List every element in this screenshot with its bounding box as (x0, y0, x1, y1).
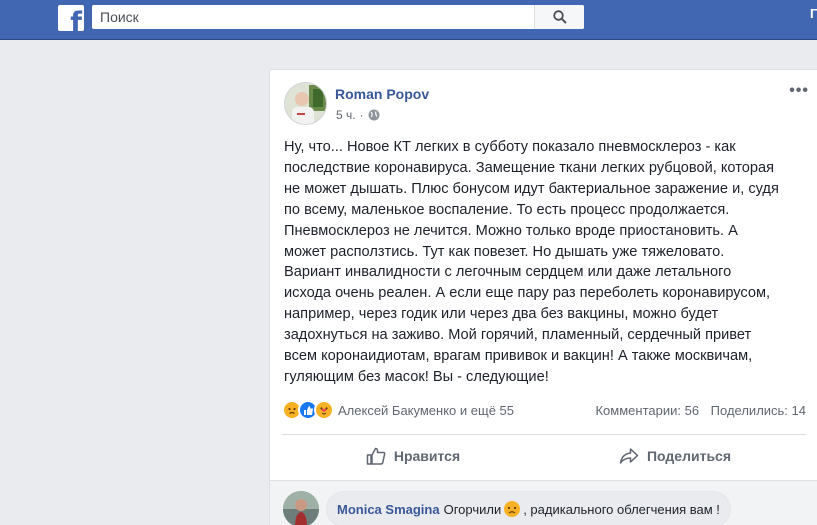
commenter-avatar[interactable] (283, 491, 319, 525)
post-counts: Комментарии: 56 Поделились: 14 (587, 403, 806, 418)
thumbs-up-icon (366, 447, 386, 465)
share-arrow-icon (619, 448, 639, 464)
post-actions: Нравится Поделиться (282, 436, 806, 476)
search-icon (552, 10, 567, 24)
care-reaction-icon (314, 400, 334, 420)
comments-section: Monica Smagina Огорчили , радикального о… (270, 480, 817, 525)
post-card: Roman Popov 5 ч. · ••• Ну, что... Новое … (269, 69, 817, 525)
reactions-summary[interactable]: Алексей Бакуменко и ещё 55 (338, 403, 587, 418)
search-input[interactable] (92, 5, 532, 29)
post-author-name[interactable]: Roman Popov (335, 86, 429, 102)
profile-link[interactable]: Г (810, 6, 817, 21)
reactions-bar: Алексей Бакуменко и ещё 55 Комментарии: … (282, 399, 806, 421)
top-navigation-bar: f Г (0, 0, 817, 40)
divider (282, 434, 806, 435)
dot-separator: · (359, 108, 364, 122)
facebook-logo-icon[interactable]: f (58, 5, 84, 31)
post-text: Ну, что... Новое КТ легких в субботу пок… (284, 139, 779, 385)
comment-bubble: Monica Smagina Огорчили , радикального о… (326, 491, 731, 525)
shares-count-link[interactable]: Поделились: 14 (711, 403, 806, 418)
globe-icon[interactable] (368, 109, 380, 121)
like-button-label: Нравится (393, 448, 461, 464)
comment-text-end: , радикального облегчения вам ! (523, 501, 720, 517)
share-button-label: Поделиться (646, 448, 732, 464)
author-avatar[interactable] (284, 82, 327, 125)
sad-emoji-icon (504, 501, 521, 517)
more-options-icon[interactable]: ••• (789, 82, 809, 100)
search-button[interactable] (534, 5, 584, 29)
reaction-icons[interactable] (282, 400, 334, 420)
post-meta: 5 ч. · (336, 108, 380, 122)
comment-text-start: Огорчили (443, 501, 502, 517)
share-button[interactable]: Поделиться (544, 436, 806, 476)
post-timestamp[interactable]: 5 ч. (336, 108, 356, 122)
commenter-name[interactable]: Monica Smagina (337, 502, 440, 517)
like-button[interactable]: Нравится (282, 436, 544, 476)
comments-count-link[interactable]: Комментарии: 56 (595, 403, 699, 418)
search-box (92, 5, 584, 29)
